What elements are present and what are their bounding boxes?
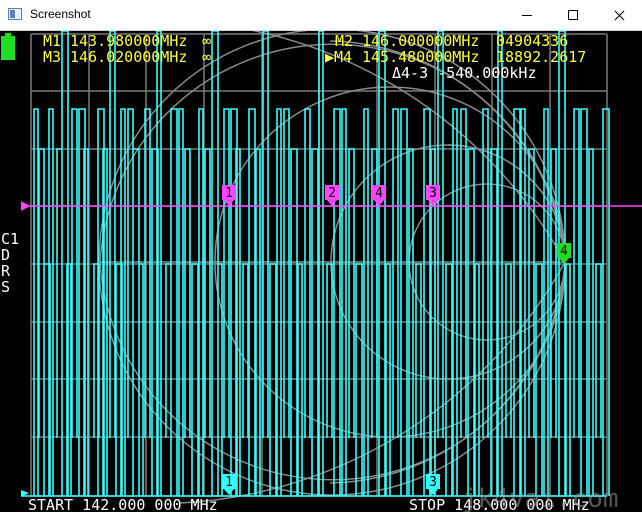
- side-labels: C1 D R S: [1, 230, 19, 296]
- sweep-start: START 142.000 000 MHz: [28, 496, 218, 512]
- magenta-reference-arrow: [21, 201, 30, 211]
- cyan-marker-1[interactable]: 1: [222, 474, 236, 495]
- window-title: Screenshot: [30, 7, 91, 21]
- svg-text:1: 1: [225, 475, 233, 490]
- svg-text:4: 4: [560, 244, 568, 259]
- cyan-marker-3[interactable]: 3: [426, 474, 440, 495]
- svg-text:1: 1: [225, 186, 233, 201]
- m3-value: ∞: [202, 48, 211, 66]
- m4-label: ▶M4: [325, 48, 352, 66]
- m3-label: M3: [43, 48, 61, 66]
- battery-icon: [1, 33, 15, 60]
- magenta-marker-2[interactable]: 2: [325, 185, 339, 206]
- app-window: Screenshot 1 2 4 3 4 1 3 M1 143.980000MH…: [0, 0, 642, 512]
- svg-text:4: 4: [375, 186, 383, 201]
- app-icon: [8, 8, 22, 20]
- title-bar[interactable]: Screenshot: [0, 0, 642, 31]
- minimize-button[interactable]: [504, 0, 550, 30]
- close-button[interactable]: [596, 0, 642, 30]
- maximize-button[interactable]: [550, 0, 596, 30]
- marker-readouts: M1 143.980000MHz ∞ M3 146.020000MHz ∞ M2…: [43, 32, 586, 66]
- magenta-marker-4[interactable]: 4: [372, 185, 386, 206]
- svg-text:3: 3: [429, 186, 437, 201]
- svg-text:3: 3: [429, 475, 437, 490]
- side-label-s: S: [1, 278, 10, 296]
- watermark: jk4vai.com: [462, 484, 619, 512]
- m3-freq: 146.020000MHz: [70, 48, 187, 66]
- analyzer-display: 1 2 4 3 4 1 3 M1 143.980000MHz ∞ M3 146.…: [1, 31, 642, 512]
- delta-readout: Δ4-3 -540.000kHz: [392, 64, 537, 82]
- svg-text:2: 2: [328, 186, 336, 201]
- analyzer-screen: 1 2 4 3 4 1 3 M1 143.980000MHz ∞ M3 146.…: [0, 31, 642, 512]
